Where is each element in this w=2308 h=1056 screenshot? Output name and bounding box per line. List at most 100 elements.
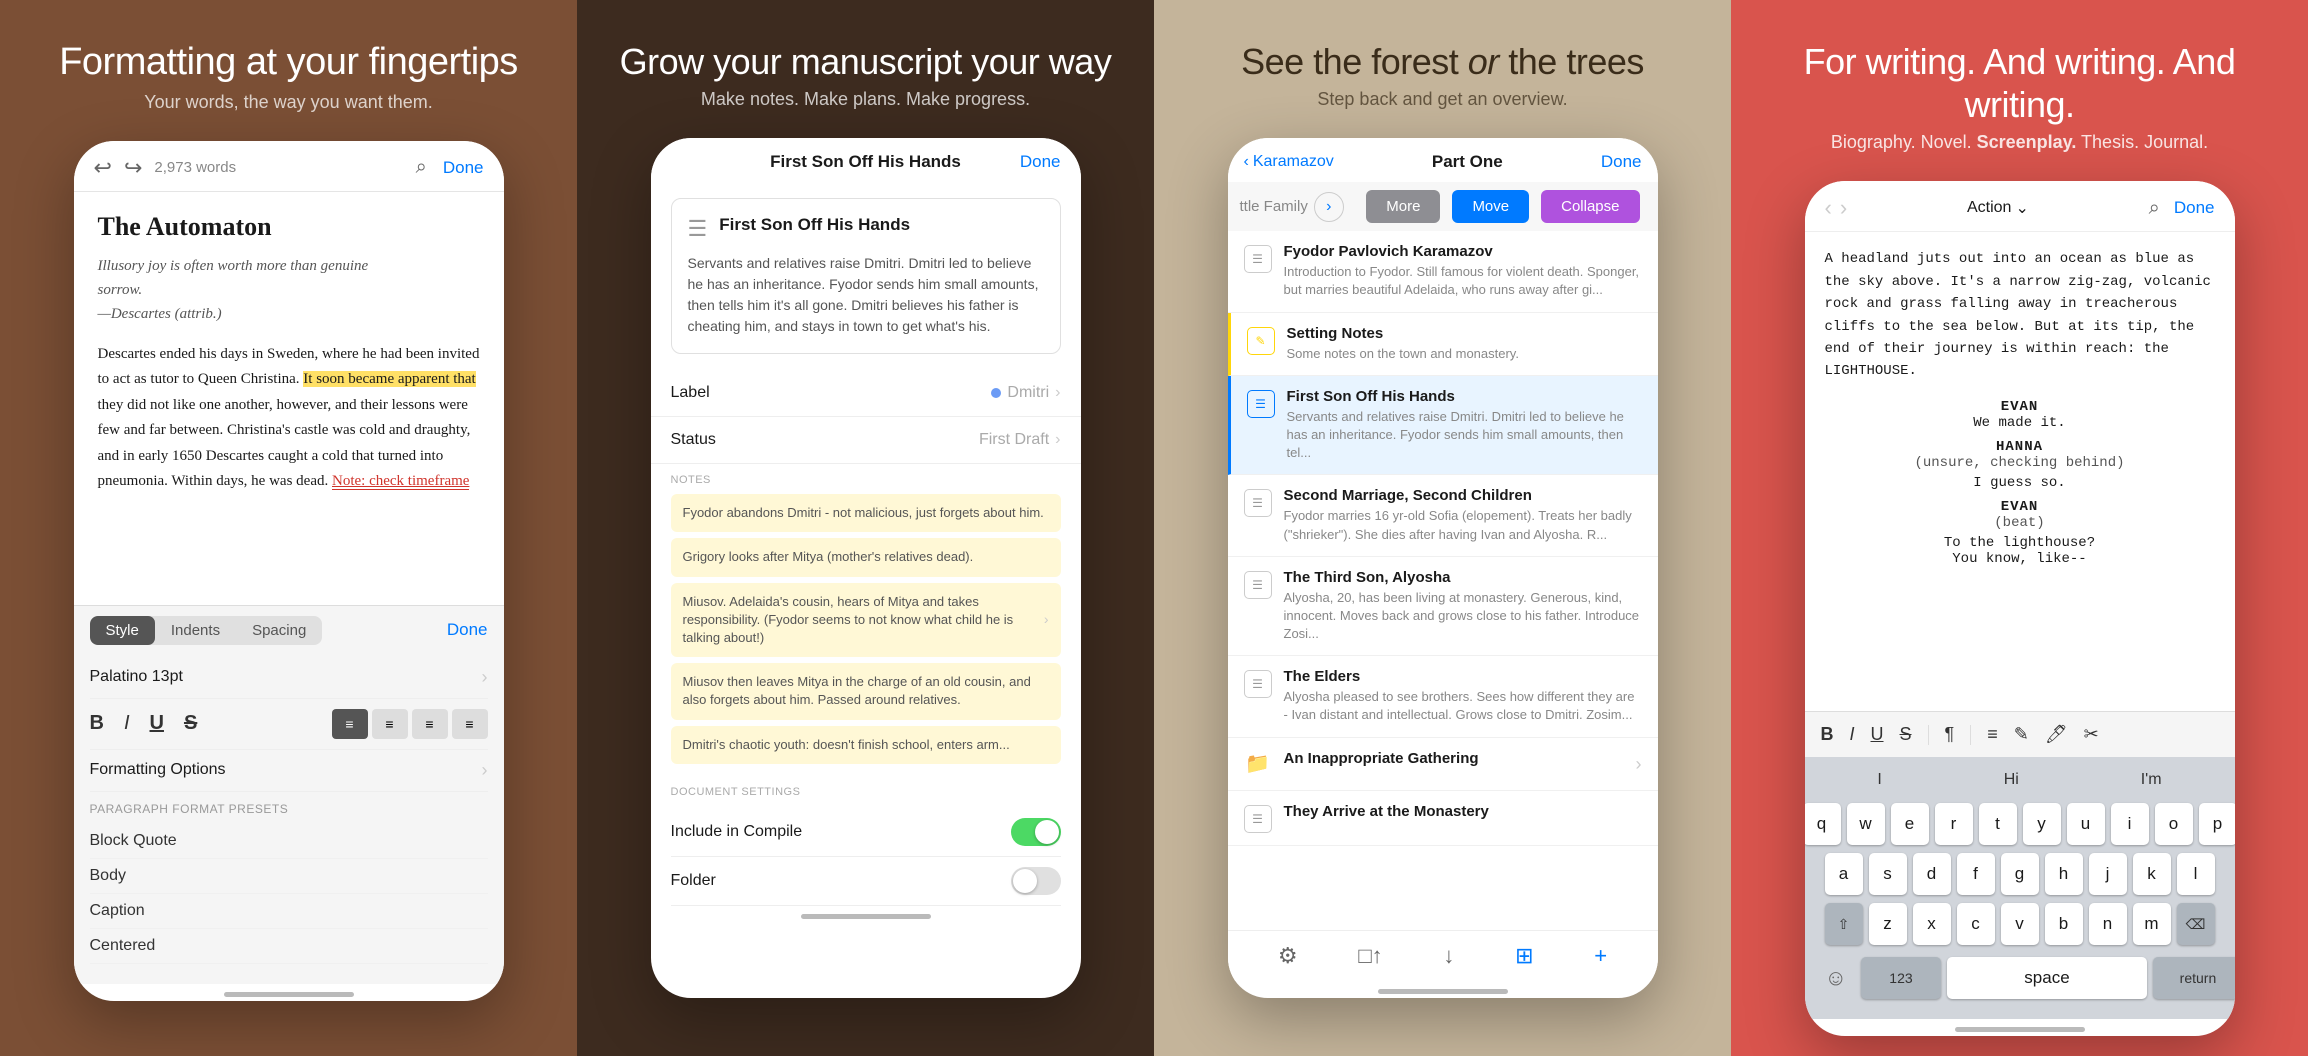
action-dropdown[interactable]: Action ⌄	[1967, 198, 2029, 218]
key-f[interactable]: f	[1957, 853, 1995, 895]
p2-done-button[interactable]: Done	[1020, 152, 1061, 172]
key-t[interactable]: t	[1979, 803, 2017, 845]
more-button[interactable]: More	[1366, 190, 1440, 223]
bold-button[interactable]: B	[90, 712, 104, 735]
delete-key[interactable]: ⌫	[2177, 903, 2215, 945]
align-left-button[interactable]: ≡	[332, 709, 368, 739]
format-done-button[interactable]: Done	[447, 620, 488, 640]
label-chevron-icon[interactable]: ›	[1055, 384, 1060, 402]
key-o[interactable]: o	[2155, 803, 2193, 845]
outline-chevron-7-icon[interactable]: ›	[1636, 754, 1642, 775]
pen-icon[interactable]: 🖊	[2041, 720, 2072, 749]
include-compile-toggle[interactable]	[1011, 818, 1061, 846]
key-n[interactable]: n	[2089, 903, 2127, 945]
key-e[interactable]: e	[1891, 803, 1929, 845]
italic-icon[interactable]: I	[1846, 720, 1859, 749]
suggestion-2[interactable]: Hi	[1994, 765, 2029, 795]
preset-body[interactable]: Body	[90, 859, 488, 894]
strikethrough-button[interactable]: S	[184, 712, 197, 735]
back-button-3[interactable]: ‹ Karamazov	[1244, 153, 1334, 171]
key-l[interactable]: l	[2177, 853, 2215, 895]
key-z[interactable]: z	[1869, 903, 1907, 945]
numbers-key[interactable]: 123	[1861, 957, 1941, 999]
tab-style[interactable]: Style	[90, 616, 155, 645]
undo-icon[interactable]: ↩	[94, 155, 112, 181]
status-chevron-icon[interactable]: ›	[1055, 431, 1060, 449]
align-icon[interactable]: ≡	[1983, 720, 2002, 749]
outline-item-3[interactable]: ☰ First Son Off His Hands Servants and r…	[1228, 376, 1658, 476]
edit-icon[interactable]: ✎	[2010, 720, 2033, 749]
emoji-button[interactable]: ☺	[1817, 965, 1855, 991]
return-key[interactable]: return	[2153, 957, 2235, 999]
format-options-chevron-icon[interactable]: ›	[482, 760, 488, 781]
scene-card: ☰ First Son Off His Hands Servants and r…	[671, 198, 1061, 354]
share-icon[interactable]: □↑	[1358, 943, 1382, 969]
key-p[interactable]: p	[2199, 803, 2235, 845]
export-icon[interactable]: ↓	[1443, 943, 1454, 969]
scissors-icon[interactable]: ✂	[2080, 720, 2103, 749]
note-chevron-3-icon[interactable]: ›	[1044, 610, 1049, 630]
italic-button[interactable]: I	[124, 712, 130, 735]
key-i[interactable]: i	[2111, 803, 2149, 845]
add-folder-icon[interactable]: ⊞	[1515, 943, 1533, 969]
key-k[interactable]: k	[2133, 853, 2171, 895]
key-q[interactable]: q	[1805, 803, 1841, 845]
outline-item-2[interactable]: ✎ Setting Notes Some notes on the town a…	[1228, 313, 1658, 376]
tab-spacing[interactable]: Spacing	[236, 616, 322, 645]
preset-caption[interactable]: Caption	[90, 894, 488, 929]
key-a[interactable]: a	[1825, 853, 1863, 895]
key-b[interactable]: b	[2045, 903, 2083, 945]
tab-indents[interactable]: Indents	[155, 616, 236, 645]
key-h[interactable]: h	[2045, 853, 2083, 895]
key-u[interactable]: u	[2067, 803, 2105, 845]
align-justify-button[interactable]: ≡	[452, 709, 488, 739]
shift-key[interactable]: ⇧	[1825, 903, 1863, 945]
outline-item-5[interactable]: ☰ The Third Son, Alyosha Alyosha, 20, ha…	[1228, 557, 1658, 657]
key-y[interactable]: y	[2023, 803, 2061, 845]
align-center-button[interactable]: ≡	[372, 709, 408, 739]
outline-title-5: The Third Son, Alyosha	[1284, 569, 1642, 586]
key-g[interactable]: g	[2001, 853, 2039, 895]
suggestion-1[interactable]: I	[1867, 765, 1891, 795]
redo-icon[interactable]: ↪	[124, 155, 142, 181]
key-s[interactable]: s	[1869, 853, 1907, 895]
p3-done-button[interactable]: Done	[1601, 152, 1642, 172]
key-c[interactable]: c	[1957, 903, 1995, 945]
filter-next-icon[interactable]: ›	[1314, 192, 1344, 222]
add-doc-icon[interactable]: +	[1594, 943, 1607, 969]
font-chevron-icon[interactable]: ›	[482, 667, 488, 688]
outline-item-8[interactable]: ☰ They Arrive at the Monastery	[1228, 791, 1658, 846]
format-options-label: Formatting Options	[90, 761, 226, 779]
key-d[interactable]: d	[1913, 853, 1951, 895]
move-button[interactable]: Move	[1452, 190, 1529, 223]
bold-icon[interactable]: B	[1817, 720, 1838, 749]
search-icon-4[interactable]: ⌕	[2149, 197, 2160, 220]
outline-item-1[interactable]: ☰ Fyodor Pavlovich Karamazov Introductio…	[1228, 231, 1658, 312]
space-key[interactable]: space	[1947, 957, 2147, 999]
key-r[interactable]: r	[1935, 803, 1973, 845]
suggestion-3[interactable]: I'm	[2131, 765, 2172, 795]
underline-icon[interactable]: U	[1867, 720, 1888, 749]
folder-toggle[interactable]	[1011, 867, 1061, 895]
key-m[interactable]: m	[2133, 903, 2171, 945]
search-icon[interactable]: ⌕	[416, 156, 427, 179]
key-w[interactable]: w	[1847, 803, 1885, 845]
strikethrough-icon[interactable]: S	[1896, 720, 1916, 749]
key-j[interactable]: j	[2089, 853, 2127, 895]
preset-centered[interactable]: Centered	[90, 929, 488, 964]
paragraph-icon[interactable]: ¶	[1941, 720, 1959, 749]
outline-item-6[interactable]: ☰ The Elders Alyosha pleased to see brot…	[1228, 656, 1658, 737]
align-right-button[interactable]: ≡	[412, 709, 448, 739]
done-button-4[interactable]: Done	[2174, 198, 2215, 218]
done-button[interactable]: Done	[443, 158, 484, 178]
forward-icon-4[interactable]: ›	[1840, 195, 1847, 221]
collapse-button[interactable]: Collapse	[1541, 190, 1639, 223]
underline-button[interactable]: U	[150, 712, 164, 735]
outline-item-7[interactable]: 📁 An Inappropriate Gathering ›	[1228, 738, 1658, 791]
preset-block-quote[interactable]: Block Quote	[90, 824, 488, 859]
back-icon-4[interactable]: ‹	[1825, 195, 1832, 221]
outline-item-4[interactable]: ☰ Second Marriage, Second Children Fyodo…	[1228, 475, 1658, 556]
settings-icon[interactable]: ⚙	[1278, 943, 1298, 969]
key-v[interactable]: v	[2001, 903, 2039, 945]
key-x[interactable]: x	[1913, 903, 1951, 945]
